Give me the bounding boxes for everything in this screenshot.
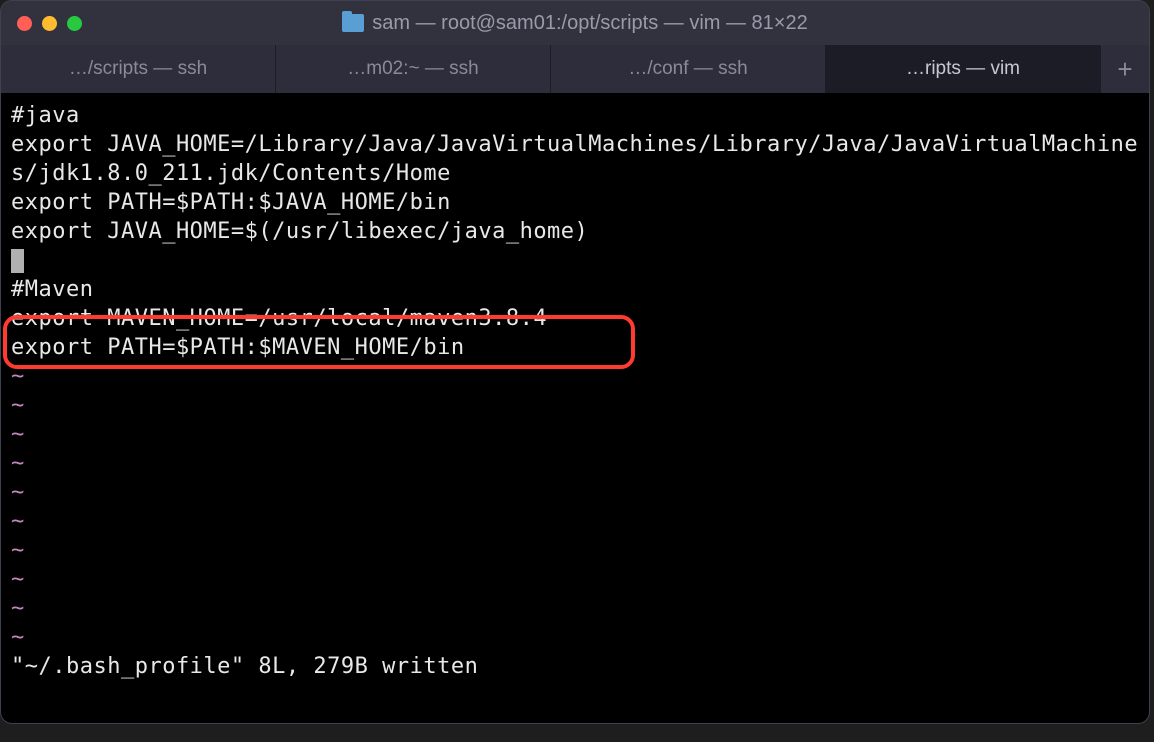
vim-empty-line: ~ <box>11 565 1139 594</box>
tab-ripts-vim[interactable]: …ripts — vim <box>826 45 1101 93</box>
add-tab-button[interactable]: + <box>1101 45 1149 93</box>
tab-label: …ripts — vim <box>906 58 1020 80</box>
vim-empty-line: ~ <box>11 362 1139 391</box>
vim-empty-line: ~ <box>11 420 1139 449</box>
editor-line: #java <box>11 101 1139 130</box>
minimize-button[interactable] <box>42 16 57 31</box>
titlebar: sam — root@sam01:/opt/scripts — vim — 81… <box>1 1 1149 45</box>
folder-icon <box>342 14 364 32</box>
maximize-button[interactable] <box>67 16 82 31</box>
tab-conf-ssh[interactable]: …/conf — ssh <box>551 45 826 93</box>
editor-line: export PATH=$PATH:$JAVA_HOME/bin <box>11 188 1139 217</box>
cursor <box>11 249 24 273</box>
tab-bar: …/scripts — ssh …m02:~ — ssh …/conf — ss… <box>1 45 1149 93</box>
editor-line <box>11 246 1139 275</box>
vim-status-line: "~/.bash_profile" 8L, 279B written <box>11 652 1139 681</box>
editor-line: #Maven <box>11 275 1139 304</box>
vim-empty-line: ~ <box>11 449 1139 478</box>
vim-empty-line: ~ <box>11 507 1139 536</box>
vim-empty-line: ~ <box>11 623 1139 652</box>
tab-label: …/conf — ssh <box>628 58 747 80</box>
window-title: sam — root@sam01:/opt/scripts — vim — 81… <box>17 12 1133 35</box>
window-title-text: sam — root@sam01:/opt/scripts — vim — 81… <box>372 12 807 35</box>
vim-empty-line: ~ <box>11 536 1139 565</box>
tab-scripts-ssh[interactable]: …/scripts — ssh <box>1 45 276 93</box>
vim-empty-line: ~ <box>11 391 1139 420</box>
terminal-content[interactable]: #java export JAVA_HOME=/Library/Java/Jav… <box>1 93 1149 723</box>
vim-empty-line: ~ <box>11 594 1139 623</box>
tab-label: …m02:~ — ssh <box>347 58 478 80</box>
editor-line: export JAVA_HOME=$(/usr/libexec/java_hom… <box>11 217 1139 246</box>
vim-empty-line: ~ <box>11 478 1139 507</box>
close-button[interactable] <box>17 16 32 31</box>
empty-lines: ~~~~~~~~~~ <box>11 362 1139 652</box>
editor-line: export JAVA_HOME=/Library/Java/JavaVirtu… <box>11 130 1139 188</box>
traffic-lights <box>17 16 82 31</box>
tab-label: …/scripts — ssh <box>69 58 207 80</box>
editor-line: export PATH=$PATH:$MAVEN_HOME/bin <box>11 333 1139 362</box>
editor-line: export MAVEN_HOME=/usr/local/maven3.8.4 <box>11 304 1139 333</box>
tab-m02-ssh[interactable]: …m02:~ — ssh <box>276 45 551 93</box>
terminal-window: sam — root@sam01:/opt/scripts — vim — 81… <box>0 0 1150 724</box>
